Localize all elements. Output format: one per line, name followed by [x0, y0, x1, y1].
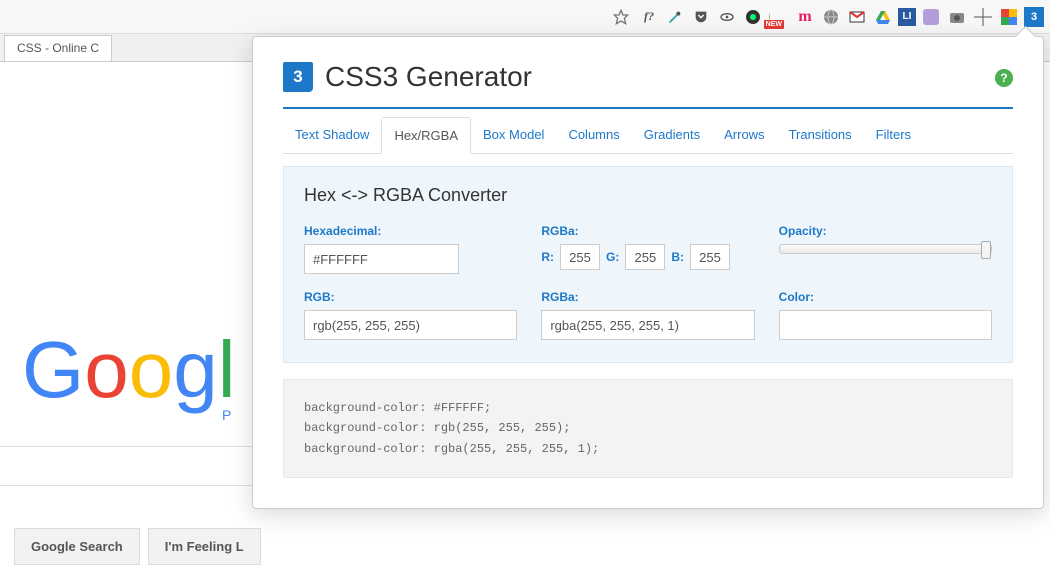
r-label: R: [541, 250, 554, 264]
google-lucky-button[interactable]: I'm Feeling L [148, 528, 261, 565]
tab-columns[interactable]: Columns [556, 117, 631, 153]
nav-tabs: Text Shadow Hex/RGBA Box Model Columns G… [283, 117, 1013, 154]
rgba-label: RGBa: [541, 290, 754, 304]
new-badge: NEW [764, 20, 784, 29]
b-input[interactable] [690, 244, 730, 270]
crosshair-ext-icon[interactable] [972, 6, 994, 28]
r-input[interactable] [560, 244, 600, 270]
drive-ext-icon[interactable] [872, 6, 894, 28]
code-output[interactable]: background-color: #FFFFFF; background-co… [283, 379, 1013, 478]
tab-gradients[interactable]: Gradients [632, 117, 712, 153]
tab-text-shadow[interactable]: Text Shadow [283, 117, 381, 153]
pocket-ext-icon[interactable] [690, 6, 712, 28]
css3-ext-icon[interactable]: 3 [1024, 7, 1044, 27]
hex-label: Hexadecimal: [304, 224, 517, 238]
popup-header: 3 CSS3 Generator ? [283, 61, 1013, 109]
color-label: Color: [779, 290, 992, 304]
g-input[interactable] [625, 244, 665, 270]
browser-toolbar: f? NEW m LI 3 [0, 0, 1050, 34]
globe-ext-icon[interactable] [820, 6, 842, 28]
tab-hex-rgba[interactable]: Hex/RGBA [381, 117, 471, 154]
pinterest-ext-icon[interactable]: m [794, 6, 816, 28]
extension-popup: 3 CSS3 Generator ? Text Shadow Hex/RGBA … [252, 36, 1044, 509]
font-ext-icon[interactable]: f? [638, 6, 660, 28]
green-ext-icon[interactable]: NEW [768, 6, 790, 28]
google-logo: G o o g l [22, 330, 236, 410]
b-label: B: [671, 250, 684, 264]
gmail-ext-icon[interactable] [846, 6, 868, 28]
purple-ext-icon[interactable] [920, 6, 942, 28]
rgba-channels-label: RGBa: [541, 224, 754, 238]
opacity-slider[interactable] [779, 244, 992, 254]
popup-title: CSS3 Generator [325, 61, 532, 93]
converter-panel: Hex <-> RGBA Converter Hexadecimal: RGBa… [283, 166, 1013, 363]
browser-tab[interactable]: CSS - Online C [4, 35, 112, 61]
opacity-slider-handle[interactable] [981, 241, 991, 259]
li-ext-icon[interactable]: LI [898, 8, 916, 26]
eyedropper-ext-icon[interactable] [664, 6, 686, 28]
rgb-input[interactable] [304, 310, 517, 340]
css3-logo-icon: 3 [283, 62, 313, 92]
google-sublabel: P [222, 407, 231, 423]
tab-filters[interactable]: Filters [864, 117, 923, 153]
tab-transitions[interactable]: Transitions [777, 117, 864, 153]
google-search-button[interactable]: Google Search [14, 528, 140, 565]
circle-ext-icon[interactable] [742, 6, 764, 28]
converter-title: Hex <-> RGBA Converter [304, 185, 992, 206]
camera-ext-icon[interactable] [946, 6, 968, 28]
help-icon[interactable]: ? [995, 69, 1013, 87]
hex-input[interactable] [304, 244, 459, 274]
rgb-label: RGB: [304, 290, 517, 304]
color-swatch [779, 310, 992, 340]
tab-arrows[interactable]: Arrows [712, 117, 776, 153]
opacity-label: Opacity: [779, 224, 992, 238]
g-label: G: [606, 250, 619, 264]
rgba-input[interactable] [541, 310, 754, 340]
tab-box-model[interactable]: Box Model [471, 117, 556, 153]
google-ext-icon[interactable] [998, 6, 1020, 28]
bookmark-star-icon[interactable] [612, 8, 630, 26]
eye-ext-icon[interactable] [716, 6, 738, 28]
